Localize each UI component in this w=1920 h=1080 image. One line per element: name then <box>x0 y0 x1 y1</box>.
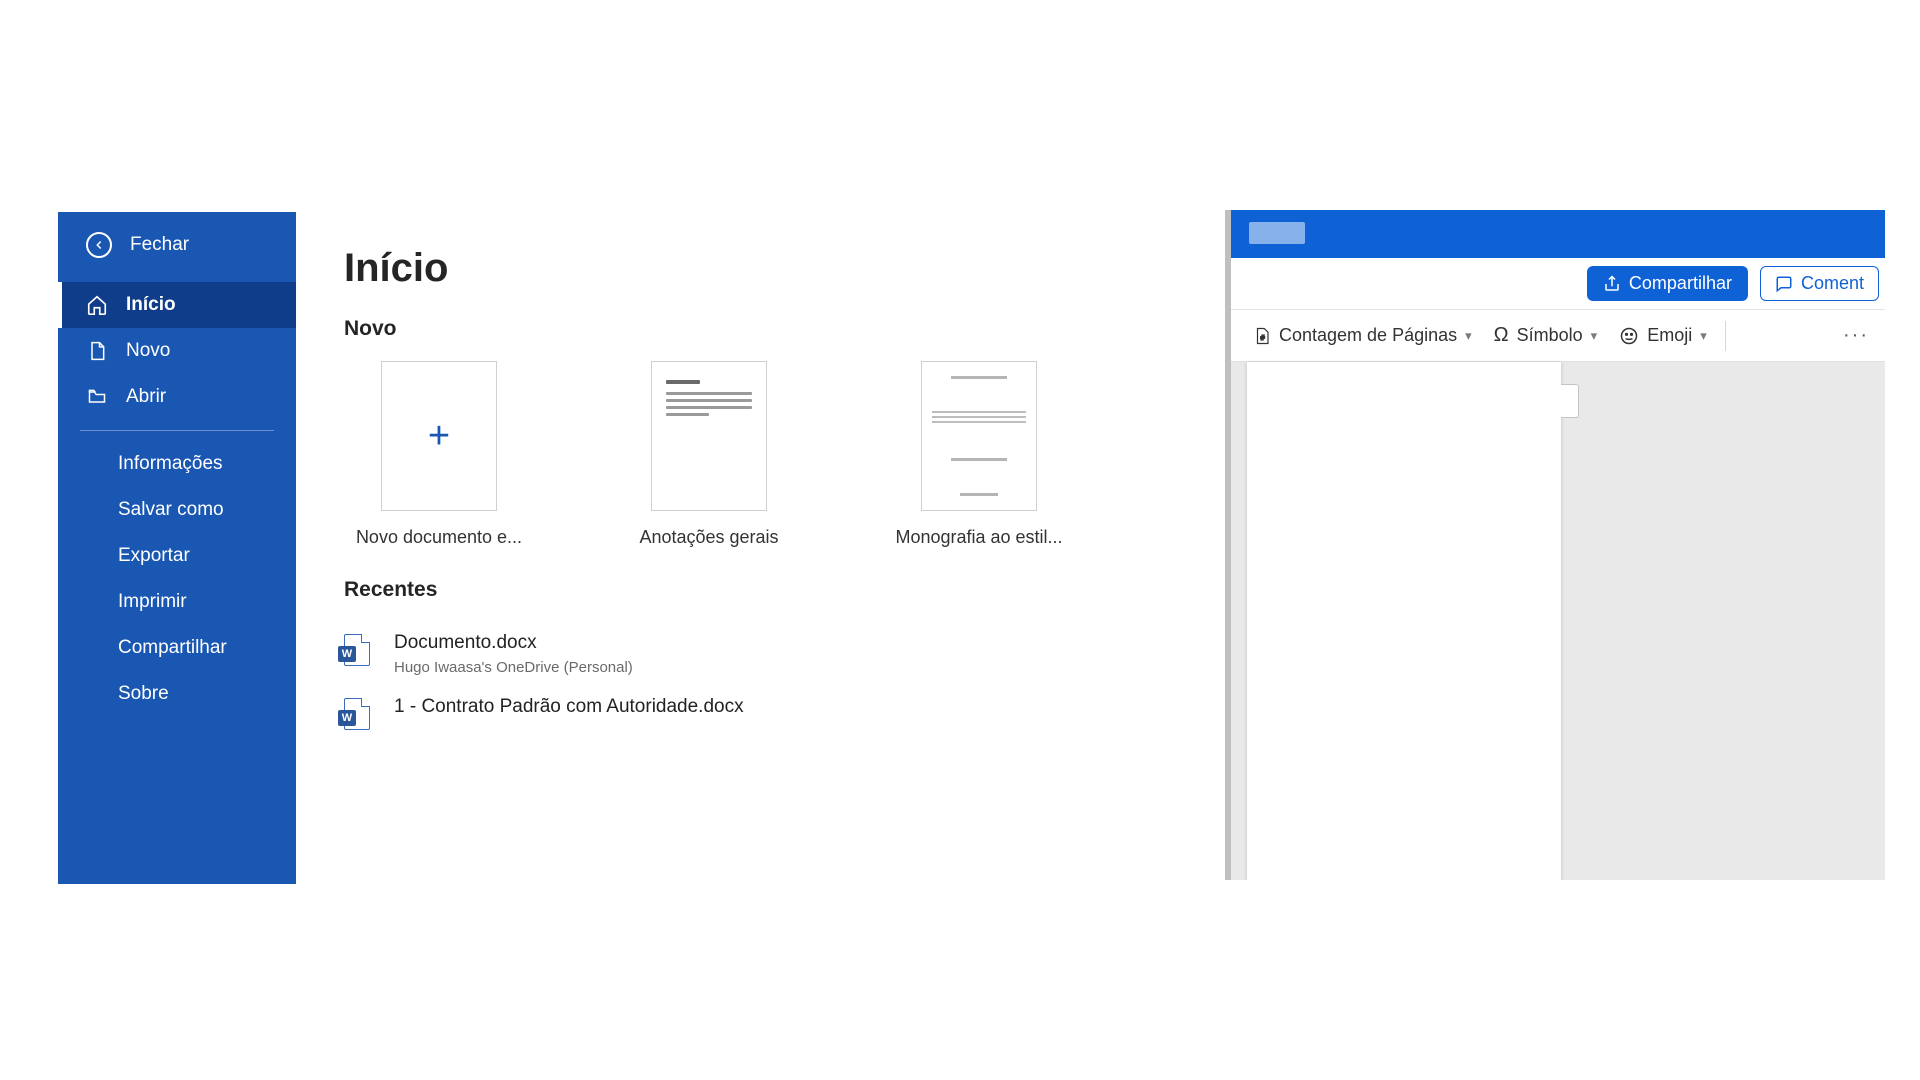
sidebar-item-about[interactable]: Sobre <box>58 671 296 717</box>
recent-item[interactable]: W Documento.docx Hugo Iwaasa's OneDrive … <box>344 622 1185 686</box>
sidebar-item-label: Início <box>126 294 176 316</box>
file-icon <box>86 340 108 362</box>
back-arrow-icon <box>86 232 112 258</box>
sidebar-item-label: Abrir <box>126 386 166 408</box>
backstage-window: Fechar Início Novo Abrir <box>58 212 1225 884</box>
page-title: Início <box>344 246 1185 291</box>
chevron-down-icon: ▾ <box>1465 328 1472 344</box>
close-label: Fechar <box>130 234 189 256</box>
template-thumb <box>921 361 1037 511</box>
sidebar-item-label: Sobre <box>118 683 169 705</box>
template-thumb <box>651 361 767 511</box>
sidebar-item-label: Compartilhar <box>118 637 227 659</box>
ribbon-divider <box>1725 321 1726 351</box>
sidebar-secondary-nav: Informações Salvar como Exportar Imprimi… <box>58 441 296 717</box>
template-row: + Novo documento e... Anotações gerais <box>344 361 1185 548</box>
template-blank[interactable]: + Novo documento e... <box>344 361 534 548</box>
editor-window-fragment: Compartilhar Coment # Contagem de Página… <box>1225 210 1885 880</box>
sidebar-divider <box>80 430 274 431</box>
sidebar-item-label: Novo <box>126 340 170 362</box>
recent-section-title: Recentes <box>344 578 1185 602</box>
template-monograph[interactable]: Monografia ao estil... <box>884 361 1074 548</box>
word-doc-icon: W <box>344 698 370 730</box>
sidebar-item-new[interactable]: Novo <box>58 328 296 374</box>
template-preview <box>666 380 752 420</box>
share-icon <box>1603 275 1621 293</box>
control-label: Contagem de Páginas <box>1279 325 1457 346</box>
sidebar-item-label: Salvar como <box>118 499 224 521</box>
recent-location: Hugo Iwaasa's OneDrive (Personal) <box>394 659 633 676</box>
template-label: Monografia ao estil... <box>884 527 1074 548</box>
page-side-tab[interactable] <box>1561 384 1579 418</box>
new-section-title: Novo <box>344 317 1185 341</box>
recent-filename: 1 - Contrato Padrão com Autoridade.docx <box>394 696 744 719</box>
plus-icon: + <box>428 415 450 458</box>
control-label: Símbolo <box>1517 325 1583 346</box>
template-notes[interactable]: Anotações gerais <box>614 361 804 548</box>
chevron-down-icon: ▾ <box>1591 328 1598 344</box>
sidebar-item-saveas[interactable]: Salvar como <box>58 487 296 533</box>
comment-icon <box>1775 275 1793 293</box>
template-label: Anotações gerais <box>614 527 804 548</box>
close-backstage[interactable]: Fechar <box>58 212 296 282</box>
folder-open-icon <box>86 387 108 407</box>
ribbon-overflow[interactable]: ··· <box>1835 320 1877 351</box>
smiley-icon <box>1619 326 1639 346</box>
word-doc-icon: W <box>344 634 370 666</box>
template-thumb: + <box>381 361 497 511</box>
control-label: Emoji <box>1647 325 1692 346</box>
ribbon-controls-row: # Contagem de Páginas ▾ Ω Símbolo ▾ Emoj… <box>1231 310 1885 362</box>
sidebar-item-label: Informações <box>118 453 223 475</box>
recent-list: W Documento.docx Hugo Iwaasa's OneDrive … <box>344 622 1185 740</box>
recent-text: 1 - Contrato Padrão com Autoridade.docx <box>394 696 744 719</box>
document-canvas-area <box>1231 362 1885 880</box>
symbol-dropdown[interactable]: Ω Símbolo ▾ <box>1486 320 1606 351</box>
share-button-label: Compartilhar <box>1629 273 1732 294</box>
document-page[interactable] <box>1247 362 1561 880</box>
share-button[interactable]: Compartilhar <box>1587 266 1748 301</box>
recent-filename: Documento.docx <box>394 632 633 655</box>
titlebar-selection <box>1249 222 1305 244</box>
chevron-down-icon: ▾ <box>1700 328 1707 344</box>
sidebar-item-open[interactable]: Abrir <box>58 374 296 420</box>
sidebar-item-share[interactable]: Compartilhar <box>58 625 296 671</box>
recent-item[interactable]: W 1 - Contrato Padrão com Autoridade.doc… <box>344 686 1185 740</box>
sidebar-item-home[interactable]: Início <box>58 282 296 328</box>
comment-button-label: Coment <box>1801 273 1864 294</box>
sidebar-item-export[interactable]: Exportar <box>58 533 296 579</box>
emoji-dropdown[interactable]: Emoji ▾ <box>1611 321 1715 350</box>
home-icon <box>86 294 108 316</box>
page-number-icon: # <box>1253 326 1271 346</box>
backstage-main: Início Novo + Novo documento e... Anotaç… <box>296 212 1225 884</box>
omega-icon: Ω <box>1494 324 1509 347</box>
titlebar <box>1231 210 1885 258</box>
template-preview <box>932 376 1026 496</box>
sidebar-primary-nav: Início Novo Abrir <box>58 282 296 420</box>
sidebar-item-print[interactable]: Imprimir <box>58 579 296 625</box>
sidebar-item-label: Imprimir <box>118 591 187 613</box>
comment-button[interactable]: Coment <box>1760 266 1879 301</box>
recent-section: Recentes W Documento.docx Hugo Iwaasa's … <box>344 578 1185 740</box>
sidebar-item-label: Exportar <box>118 545 190 567</box>
template-label: Novo documento e... <box>344 527 534 548</box>
sidebar-item-info[interactable]: Informações <box>58 441 296 487</box>
ribbon-actions-row: Compartilhar Coment <box>1231 258 1885 310</box>
recent-text: Documento.docx Hugo Iwaasa's OneDrive (P… <box>394 632 633 676</box>
backstage-sidebar: Fechar Início Novo Abrir <box>58 212 296 884</box>
svg-text:#: # <box>1261 332 1266 341</box>
page-count-dropdown[interactable]: # Contagem de Páginas ▾ <box>1245 321 1480 350</box>
